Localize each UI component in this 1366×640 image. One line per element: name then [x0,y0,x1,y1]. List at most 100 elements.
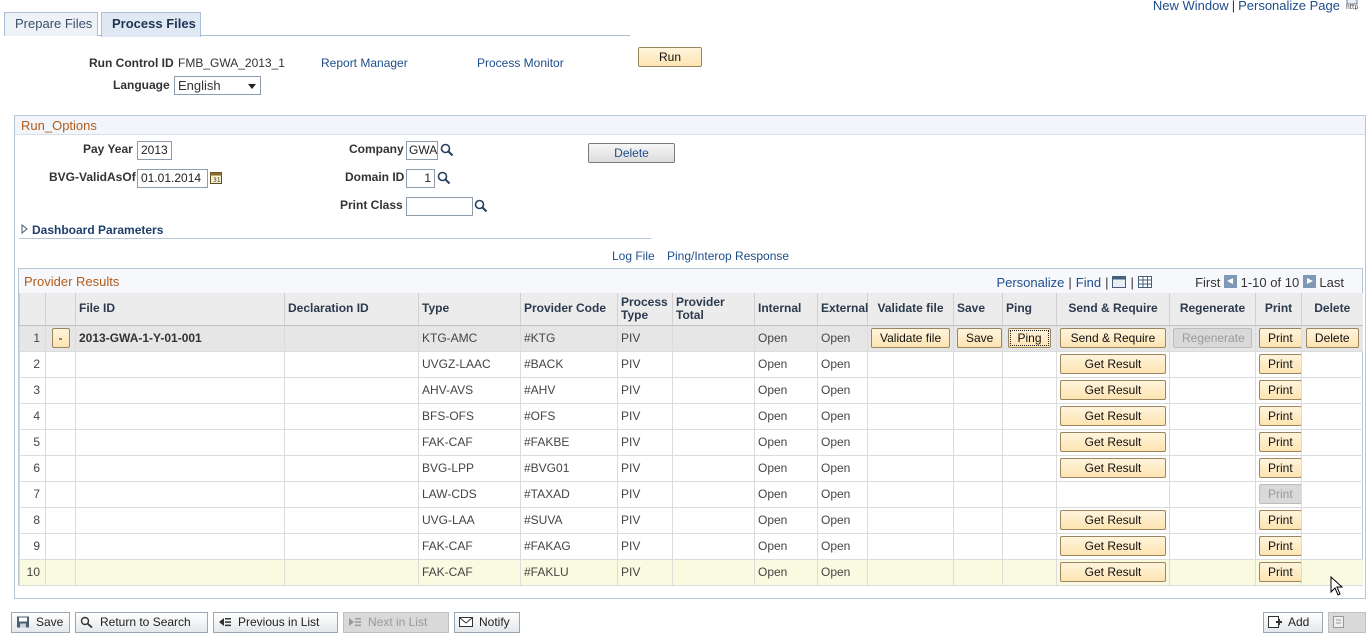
action-cell: Get Result [1056,559,1170,586]
expand-triangle-icon[interactable] [21,224,29,234]
get-result-button[interactable]: Get Result [1060,536,1166,556]
new-window-link[interactable]: New Window [1153,0,1229,13]
process-monitor-link[interactable]: Process Monitor [477,56,564,70]
print-button[interactable]: Print [1259,354,1302,374]
print-class-field[interactable] [406,197,473,216]
validate-file-cell [867,533,954,560]
pay-year-field[interactable]: 2013 [137,141,172,160]
bvg-valid-field[interactable]: 01.01.2014 [137,169,208,188]
search-icon[interactable] [437,171,451,185]
get-result-button[interactable]: Get Result [1060,406,1166,426]
language-select[interactable]: English [174,76,261,95]
notify-button[interactable]: Notify [454,612,520,633]
ping-response-link[interactable]: Ping/Interop Response [667,249,789,263]
ping-cell [1002,455,1057,482]
get-result-button[interactable]: Get Result [1060,458,1166,478]
save-button[interactable]: Save [11,612,70,633]
print-button[interactable]: Print [1259,406,1302,426]
spreadsheet-icon[interactable] [1137,276,1152,288]
get-result-button[interactable]: Get Result [1060,510,1166,530]
new-window-icon[interactable] [1112,276,1127,288]
svg-text:http: http [1346,4,1359,10]
get-result-button[interactable]: Get Result [1060,380,1166,400]
run-control-label: Run Control ID [89,56,174,70]
personalize-page-link[interactable]: Personalize Page [1238,0,1340,13]
table-row[interactable]: 6 BVG-LPP #BVG01 PIV Open Open Get Result Print [19,455,1363,482]
print-button[interactable]: Print [1259,458,1302,478]
print-button[interactable]: Print [1259,562,1302,582]
print-cell: Print [1255,429,1302,456]
col-provider-total: Provider Total [672,293,755,326]
table-row[interactable]: 1 - 2013-GWA-1-Y-01-001 KTG-AMC #KTG PIV… [19,325,1363,352]
process-type-cell: PIV [617,403,673,430]
last-label: Last [1319,275,1344,290]
personalize-link[interactable]: Personalize [996,275,1064,290]
type-cell: LAW-CDS [418,481,521,508]
save-cell [953,351,1003,378]
col-external: External [817,293,868,326]
type-cell: UVG-LAA [418,507,521,534]
table-row[interactable]: 10 FAK-CAF #FAKLU PIV Open Open Get Result Prin… [19,559,1363,586]
ping-cell [1002,429,1057,456]
declaration-id-cell [284,507,419,534]
get-result-button[interactable]: Get Result [1060,354,1166,374]
print-button[interactable]: Print [1259,328,1302,348]
print-button[interactable]: Print [1259,432,1302,452]
validate-file-button[interactable]: Validate file [871,328,951,348]
table-row[interactable]: 4 BFS-OFS #OFS PIV Open Open Get Result Print [19,403,1363,430]
table-row[interactable]: 5 FAK-CAF #FAKBE PIV Open Open Get Result Print [19,429,1363,456]
table-row[interactable]: 3 AHV-AVS #AHV PIV Open Open Get Result Print [19,377,1363,404]
run-button[interactable]: Run [638,47,702,67]
validate-file-cell [867,429,954,456]
report-manager-link[interactable]: Report Manager [321,56,408,70]
find-link[interactable]: Find [1076,275,1101,290]
ping-cell [1002,533,1057,560]
add-icon [1268,616,1282,628]
table-row[interactable]: 2 UVGZ-LAAC #BACK PIV Open Open Get Result Prin… [19,351,1363,378]
ping-cell [1002,351,1057,378]
tab-prepare-files[interactable]: Prepare Files [4,12,98,36]
print-button: Print [1259,484,1302,504]
file-id-cell [75,351,285,378]
grid-navigation: Personalize | Find | | First 1-10 of 10 Last [996,275,1344,290]
dashboard-parameters-link[interactable]: Dashboard Parameters [32,223,163,237]
company-field[interactable]: GWA [406,141,438,160]
language-label: Language [113,78,170,92]
provider-code-cell: #FAKBE [520,429,618,456]
table-header-row: File ID Declaration ID Type Provider Cod… [19,293,1363,326]
log-file-link[interactable]: Log File [612,249,655,263]
get-result-button[interactable]: Get Result [1060,432,1166,452]
return-to-search-button[interactable]: Return to Search [75,612,208,633]
previous-arrow-icon[interactable] [1224,275,1237,288]
save-row-button[interactable]: Save [957,328,1003,348]
print-cell: Print [1255,455,1302,482]
previous-in-list-button[interactable]: Previous in List [213,612,338,633]
collapse-row-button[interactable]: - [51,328,70,348]
search-icon[interactable] [440,143,454,157]
print-button[interactable]: Print [1259,380,1302,400]
next-arrow-icon[interactable] [1302,275,1316,288]
add-button[interactable]: Add [1263,612,1323,633]
type-cell: FAK-CAF [418,559,521,586]
tab-process-files[interactable]: Process Files [101,12,201,37]
get-result-button[interactable]: Get Result [1060,562,1166,582]
print-button[interactable]: Print [1259,510,1302,530]
ping-button[interactable]: Ping [1008,328,1051,348]
table-row[interactable]: 9 FAK-CAF #FAKAG PIV Open Open Get Result Print [19,533,1363,560]
delete-row-button[interactable]: Delete [1305,328,1359,348]
send-require-button[interactable]: Send & Require [1060,328,1166,348]
domain-id-field[interactable]: 1 [406,169,435,188]
calendar-icon[interactable]: 31 [210,171,222,184]
type-cell: FAK-CAF [418,429,521,456]
print-cell: Print [1255,533,1302,560]
table-row[interactable]: 8 UVG-LAA #SUVA PIV Open Open Get Result Print [19,507,1363,534]
next-in-list-button: Next in List [343,612,449,633]
external-cell: Open [817,455,868,482]
search-icon[interactable] [474,199,488,213]
table-row[interactable]: 7 LAW-CDS #TAXAD PIV Open Open Print [19,481,1363,508]
provider-total-cell [672,507,755,534]
col-validate-file: Validate file [867,293,954,326]
print-button[interactable]: Print [1259,536,1302,556]
http-icon[interactable]: http [1346,0,1364,10]
delete-run-options-button[interactable]: Delete [588,143,675,163]
